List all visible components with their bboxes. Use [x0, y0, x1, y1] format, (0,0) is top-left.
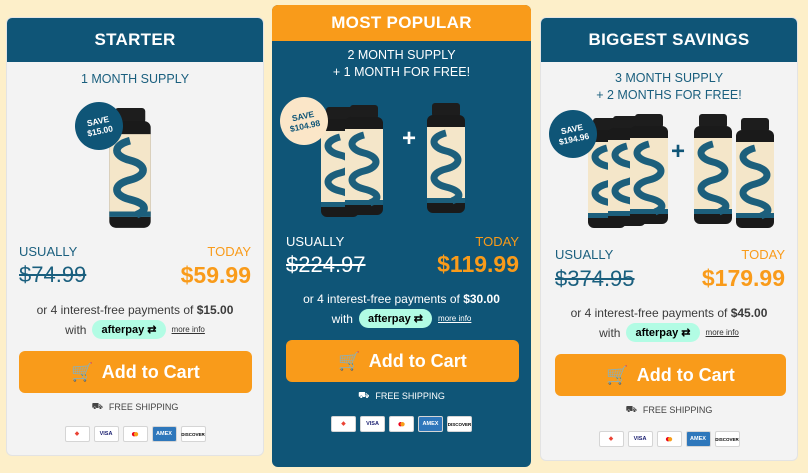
- amex-icon: AMEX: [418, 416, 443, 432]
- usually-label: USUALLY: [19, 244, 78, 259]
- afterpay-arrow-icon: ⇄: [678, 327, 691, 339]
- installment-text: or 4 interest-free payments of $45.00: [570, 306, 768, 320]
- afterpay-logo: afterpay ⇄: [92, 320, 166, 339]
- usually-label: USUALLY: [286, 234, 345, 249]
- cart-icon: 🛒: [71, 361, 94, 382]
- plan-title: STARTER: [7, 18, 263, 62]
- free-shipping: ⛟ FREE SHIPPING: [625, 404, 713, 415]
- today-label: TODAY: [741, 247, 785, 262]
- mastercard-icon: ● ●: [389, 416, 414, 432]
- usually-label: USUALLY: [555, 247, 614, 262]
- more-info-link[interactable]: more info: [438, 314, 471, 323]
- product-bottle-image: [625, 114, 673, 226]
- truck-icon: ⛟: [358, 390, 370, 400]
- supply-description: 3 MONTH SUPPLY + 2 MONTHS FOR FREE!: [596, 71, 742, 102]
- installment-text: or 4 interest-free payments of $15.00: [36, 303, 234, 317]
- plan-card-biggest-savings: BIGGEST SAVINGS 3 MONTH SUPPLY + 2 MONTH…: [540, 17, 798, 461]
- cart-icon: 🛒: [606, 364, 629, 385]
- add-to-cart-button[interactable]: 🛒 Add to Cart: [19, 351, 252, 393]
- sale-price: $179.99: [701, 265, 785, 291]
- afterpay-row: with afterpay ⇄ more info: [7, 320, 263, 339]
- today-label: TODAY: [475, 234, 519, 249]
- mastercard-icon: ● ●: [122, 426, 148, 442]
- free-shipping: ⛟ FREE SHIPPING: [91, 401, 179, 412]
- supply-description: 1 MONTH SUPPLY: [80, 72, 190, 86]
- visa-icon: VISA: [360, 416, 385, 432]
- google-pay-icon: ◆: [598, 431, 624, 447]
- more-info-link[interactable]: more info: [706, 328, 739, 337]
- plan-card-starter: STARTER 1 MONTH SUPPLY SAVE $15.00 USUAL…: [6, 17, 264, 456]
- product-bottle-image: [422, 103, 470, 215]
- installment-text: or 4 interest-free payments of $30.00: [303, 292, 500, 306]
- payment-icons: ◆ VISA ● ● AMEX DISCOVER: [272, 416, 531, 432]
- afterpay-logo: afterpay ⇄: [626, 323, 700, 342]
- google-pay-icon: ◆: [331, 416, 356, 432]
- google-pay-icon: ◆: [64, 426, 90, 442]
- amex-icon: AMEX: [151, 426, 177, 442]
- afterpay-row: with afterpay ⇄ more info: [272, 309, 531, 328]
- today-label: TODAY: [207, 244, 251, 259]
- discover-icon: DISCOVER: [447, 416, 472, 432]
- plan-title: MOST POPULAR: [272, 5, 531, 41]
- mastercard-icon: ● ●: [656, 431, 682, 447]
- original-price: $224.97: [286, 252, 366, 277]
- free-shipping: ⛟ FREE SHIPPING: [358, 390, 445, 401]
- truck-icon: ⛟: [91, 401, 103, 411]
- plan-title: BIGGEST SAVINGS: [541, 18, 797, 62]
- visa-icon: VISA: [93, 426, 119, 442]
- cart-icon: 🛒: [338, 350, 361, 371]
- payment-icons: ◆ VISA ● ● AMEX DISCOVER: [541, 431, 797, 447]
- truck-icon: ⛟: [625, 404, 637, 414]
- add-to-cart-button[interactable]: 🛒 Add to Cart: [555, 354, 786, 396]
- sale-price: $59.99: [180, 262, 251, 288]
- plus-icon: +: [402, 125, 417, 152]
- visa-icon: VISA: [627, 431, 653, 447]
- discover-icon: DISCOVER: [714, 431, 740, 447]
- discover-icon: DISCOVER: [180, 426, 206, 442]
- amex-icon: AMEX: [685, 431, 711, 447]
- afterpay-arrow-icon: ⇄: [144, 324, 157, 336]
- product-bottle-image: [731, 118, 779, 230]
- payment-icons: ◆ VISA ● ● AMEX DISCOVER: [7, 426, 263, 442]
- add-to-cart-button[interactable]: 🛒 Add to Cart: [286, 340, 519, 382]
- original-price: $74.99: [19, 262, 87, 287]
- original-price: $374.95: [555, 266, 635, 291]
- plus-icon: +: [671, 138, 686, 165]
- more-info-link[interactable]: more info: [172, 325, 205, 334]
- supply-description: 2 MONTH SUPPLY + 1 MONTH FOR FREE!: [332, 48, 471, 79]
- sale-price: $119.99: [437, 251, 519, 277]
- plan-card-most-popular: MOST POPULAR 2 MONTH SUPPLY + 1 MONTH FO…: [272, 5, 531, 467]
- product-bottle-image: [689, 114, 737, 226]
- product-bottle-image: [340, 105, 388, 217]
- afterpay-row: with afterpay ⇄ more info: [541, 323, 797, 342]
- afterpay-logo: afterpay ⇄: [358, 309, 433, 328]
- afterpay-arrow-icon: ⇄: [410, 313, 424, 325]
